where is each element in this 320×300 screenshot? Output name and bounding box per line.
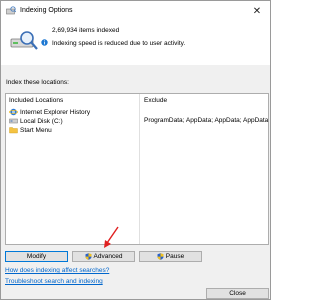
locations-list[interactable]: Included Locations Exclude Internet Expl… <box>5 93 269 245</box>
close-button[interactable]: Close <box>206 288 269 299</box>
folder-icon <box>9 127 18 134</box>
close-window-button[interactable]: ✕ <box>244 1 270 21</box>
exclude-header: Exclude <box>144 97 168 104</box>
list-item[interactable]: Internet Explorer History <box>9 108 137 116</box>
how-indexing-affects-searches-link[interactable]: How does indexing affect searches? <box>5 267 109 274</box>
uac-shield-icon <box>85 253 92 260</box>
modify-label: Modify <box>26 253 47 260</box>
index-locations-label: Index these locations: <box>6 79 69 86</box>
pause-button[interactable]: Pause <box>139 251 202 262</box>
items-indexed-count: 2,69,934 items indexed <box>52 27 120 34</box>
indexing-drive-icon <box>10 31 38 50</box>
list-item[interactable]: Local Disk (C:) <box>9 117 137 125</box>
indexing-options-icon <box>6 6 16 15</box>
location-name: Internet Explorer History <box>20 108 91 116</box>
column-divider <box>139 94 140 244</box>
advanced-button[interactable]: Advanced <box>72 251 135 262</box>
indexing-options-window: Indexing Options ✕ 2,69,934 items indexe… <box>0 0 271 300</box>
ie-icon <box>9 108 18 116</box>
modify-button[interactable]: Modify <box>5 251 68 262</box>
pause-label: Pause <box>165 253 185 260</box>
title-bar: Indexing Options ✕ <box>1 1 270 21</box>
included-locations-header: Included Locations <box>9 97 64 104</box>
uac-shield-icon <box>157 253 164 260</box>
troubleshoot-search-link[interactable]: Troubleshoot search and indexing <box>5 278 103 285</box>
red-arrow-annotation <box>104 226 119 248</box>
close-icon: ✕ <box>252 5 262 17</box>
list-item[interactable]: Start Menu <box>9 126 137 134</box>
info-icon <box>41 39 48 46</box>
drive-icon <box>9 118 18 124</box>
close-label: Close <box>229 290 246 297</box>
location-name: Start Menu <box>20 126 52 134</box>
location-name: Local Disk (C:) <box>20 117 63 125</box>
window-title: Indexing Options <box>20 7 73 14</box>
indexing-speed-message: Indexing speed is reduced due to user ac… <box>52 40 186 47</box>
exclude-value: ProgramData; AppData; AppData; AppData <box>144 117 269 124</box>
advanced-label: Advanced <box>93 253 123 260</box>
